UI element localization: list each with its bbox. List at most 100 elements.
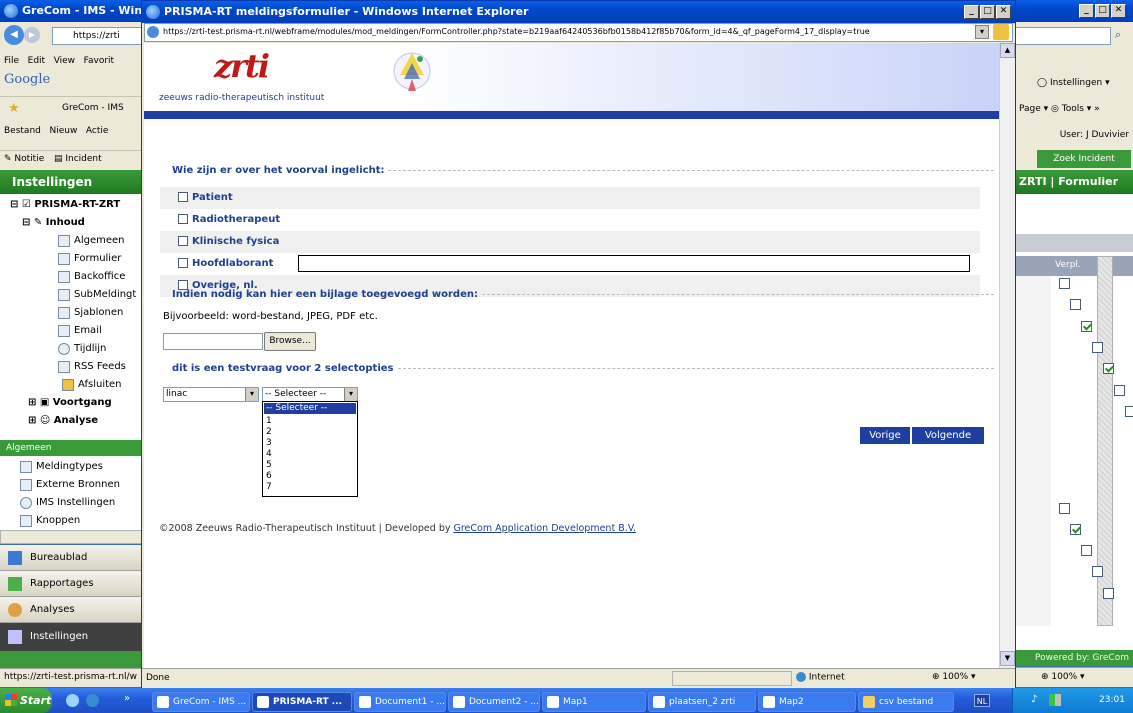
sidebar-scrollbar[interactable] (0, 530, 150, 544)
hoofdlaborant-checkbox[interactable] (178, 258, 188, 268)
network-icon[interactable] (1049, 694, 1061, 706)
forward-icon[interactable]: ▶ (24, 27, 40, 43)
bg-window-titlebar[interactable]: GreCom - IMS - Windo (0, 0, 150, 22)
verpl-checkbox[interactable] (1059, 278, 1070, 289)
nav-instellingen[interactable]: Instellingen (0, 623, 150, 651)
verpl-checkbox[interactable] (1103, 363, 1114, 375)
right-search-input[interactable] (1015, 27, 1111, 45)
start-button[interactable]: Start (0, 688, 52, 713)
volgende-button[interactable]: Volgende (912, 427, 984, 444)
dropdown-option[interactable]: 4 (266, 449, 272, 459)
tree-voortgang[interactable]: ⊞ ▣ Voortgang (28, 394, 112, 412)
incident-button[interactable]: ▤ Incident (54, 154, 102, 164)
tree-item-afsluiten[interactable]: Afsluiten (62, 376, 122, 394)
dropdown-option[interactable]: 2 (266, 427, 272, 437)
favorites-star-icon[interactable]: ★ (8, 101, 20, 116)
popup-maximize-button[interactable]: □ (980, 5, 995, 19)
verpl-checkbox[interactable] (1125, 405, 1133, 417)
popup-close-button[interactable]: ✕ (996, 5, 1011, 19)
notitie-button[interactable]: ✎ Notitie (4, 154, 44, 164)
tree-item-tijdlijn[interactable]: Tijdlijn (58, 340, 106, 358)
file-path-input[interactable] (163, 333, 263, 350)
task-csv[interactable]: csv bestand (858, 692, 954, 712)
algemeen-item-externe-bronnen[interactable]: Externe Bronnen (20, 476, 120, 494)
algemeen-item-knoppen[interactable]: Knoppen (20, 512, 80, 530)
menu-file[interactable]: File (4, 56, 19, 66)
tree-item-algemeen[interactable]: Algemeen (58, 232, 125, 250)
back-icon[interactable]: ◀ (4, 25, 24, 45)
ie-quicklaunch-icon[interactable] (86, 694, 99, 707)
language-indicator[interactable]: NL (974, 694, 990, 707)
task-document1[interactable]: Document1 - ... (354, 692, 446, 712)
nav-bureaublad[interactable]: Bureaublad (0, 545, 150, 571)
popup-titlebar[interactable]: PRISMA-RT meldingsformulier - Windows In… (142, 1, 1015, 23)
page-tools-menu[interactable]: Page ▾ ◎ Tools ▾ » (1019, 104, 1100, 114)
tree-root[interactable]: ⊟ ☑ PRISMA-RT-ZRT (10, 196, 120, 214)
popup-zoom-control[interactable]: ⊕ 100% ▾ (932, 672, 976, 682)
tree-item-rss[interactable]: RSS Feeds (58, 358, 126, 376)
popup-address-bar[interactable]: https://zrti-test.prisma-rt.nl/webframe/… (144, 23, 1013, 42)
instellingen-button[interactable]: ◯ Instellingen ▾ (1037, 78, 1110, 88)
tree-analyse[interactable]: ⊞ ☺ Analyse (28, 412, 98, 430)
option-patient[interactable]: Patient (160, 187, 980, 209)
tree-item-sjablonen[interactable]: Sjablonen (58, 304, 123, 322)
scroll-down-button[interactable]: ▼ (1000, 651, 1015, 666)
verpl-checkbox[interactable] (1081, 545, 1092, 557)
option-klinische-fysica[interactable]: Klinische fysica (160, 231, 980, 253)
radiotherapeut-checkbox[interactable] (178, 214, 188, 224)
klinische-fysica-checkbox[interactable] (178, 236, 188, 246)
verpl-checkbox[interactable] (1092, 341, 1103, 353)
zoom-control[interactable]: ⊕ 100% ▾ (1041, 672, 1085, 682)
popup-minimize-button[interactable]: _ (964, 5, 979, 19)
tree-inhoud[interactable]: ⊟ ✎ Inhoud (22, 214, 85, 232)
browse-button[interactable]: Browse... (264, 332, 316, 351)
google-toolbar[interactable]: Google (4, 72, 50, 87)
task-plaatsen[interactable]: plaatsen_2 zrti (648, 692, 756, 712)
vorige-button[interactable]: Vorige (860, 427, 910, 444)
menu-nieuw[interactable]: Nieuw (49, 126, 77, 136)
tree-item-submelding[interactable]: SubMeldingt (58, 286, 136, 304)
select-linac[interactable]: linac ▾ (163, 387, 259, 402)
address-bar[interactable]: https://zrti (52, 27, 148, 45)
quicklaunch-icon[interactable] (66, 694, 79, 707)
select-option-dropdown[interactable]: -- Selecteer -- ▾ (262, 387, 358, 402)
menu-view[interactable]: View (54, 56, 75, 66)
scroll-up-button[interactable]: ▲ (1000, 43, 1015, 58)
maximize-button[interactable]: □ (1095, 4, 1110, 18)
lock-icon[interactable] (993, 24, 1009, 40)
chevron-down-icon[interactable]: ▾ (245, 388, 258, 401)
task-map1[interactable]: Map1 (542, 692, 646, 712)
task-map2[interactable]: Map2 (758, 692, 856, 712)
search-icon[interactable]: ⌕ (1115, 28, 1121, 42)
quicklaunch-more-icon[interactable]: » (124, 693, 130, 704)
task-document2[interactable]: Document2 - ... (448, 692, 540, 712)
url-dropdown-icon[interactable]: ▾ (975, 25, 989, 39)
menu-edit[interactable]: Edit (28, 56, 45, 66)
volume-icon[interactable]: ♪ (1031, 694, 1037, 705)
verpl-checkbox[interactable] (1092, 566, 1103, 578)
tree-item-email[interactable]: Email (58, 322, 102, 340)
dropdown-option[interactable]: 7 (266, 482, 272, 492)
dropdown-option[interactable]: 5 (266, 460, 272, 470)
footer-link[interactable]: GreCom Application Development B.V. (454, 523, 637, 534)
dropdown-option[interactable]: 1 (266, 416, 272, 426)
verpl-checkbox[interactable] (1081, 320, 1092, 332)
popup-scrollbar[interactable]: ▲ ▼ (999, 43, 1015, 668)
right-window-titlebar[interactable]: _ □ ✕ (1015, 0, 1133, 22)
tab-grecom[interactable]: GreCom - IMS (62, 103, 124, 113)
nav-rapportages[interactable]: Rapportages (0, 571, 150, 597)
task-prisma[interactable]: PRISMA-RT ... (252, 692, 352, 712)
verpl-checkbox[interactable] (1070, 299, 1081, 311)
option-radiotherapeut[interactable]: Radiotherapeut (160, 209, 980, 231)
menu-actie[interactable]: Actie (86, 126, 109, 136)
overige-input[interactable] (298, 255, 970, 272)
algemeen-item-meldingtypes[interactable]: Meldingtypes (20, 458, 103, 476)
dropdown-option[interactable]: 6 (266, 471, 272, 481)
patient-checkbox[interactable] (178, 192, 188, 202)
verpl-checkbox[interactable] (1103, 587, 1114, 599)
verpl-checkbox[interactable] (1070, 523, 1081, 535)
zoek-incident-button[interactable]: Zoek Incident (1037, 150, 1131, 168)
dropdown-option[interactable]: 3 (266, 438, 272, 448)
task-grecom[interactable]: GreCom - IMS ... (152, 692, 250, 712)
menu-favorites[interactable]: Favorit (84, 56, 114, 66)
